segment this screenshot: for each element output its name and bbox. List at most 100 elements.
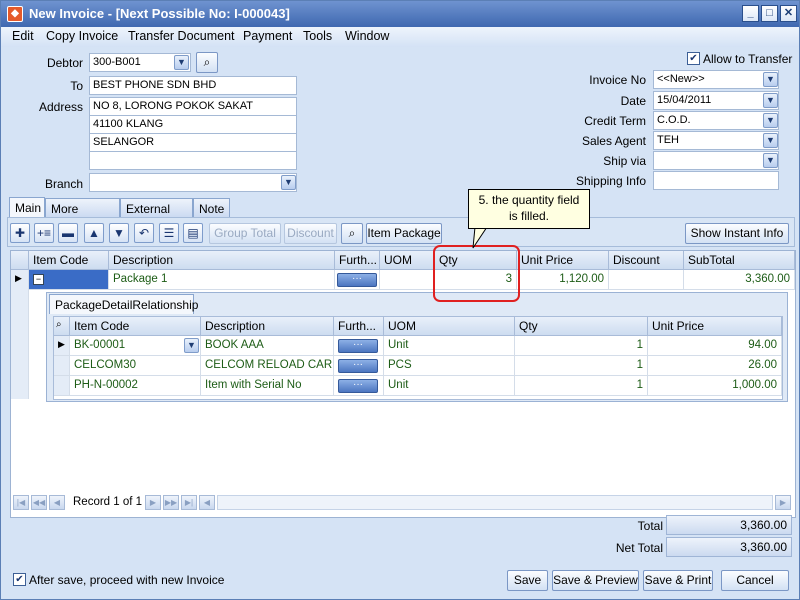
save-print-button[interactable]: Save & Print: [643, 570, 713, 591]
nav-scroll-left-icon[interactable]: ◀: [199, 495, 215, 510]
debtor-dropdown-icon[interactable]: ▼: [174, 55, 189, 70]
menu-payment[interactable]: Payment: [243, 29, 292, 43]
col-unit-price[interactable]: Unit Price: [517, 251, 609, 270]
row-further-button[interactable]: ···: [337, 273, 377, 287]
detail-row-2-item-code[interactable]: CELCOM30: [70, 356, 201, 376]
tab-package-detail-relationship[interactable]: PackageDetailRelationship: [49, 294, 198, 314]
cancel-button[interactable]: Cancel: [721, 570, 789, 591]
menu-edit[interactable]: Edit: [12, 29, 34, 43]
detail-col-uom[interactable]: UOM: [384, 317, 515, 336]
detail-row-2-qty[interactable]: 1: [515, 356, 648, 376]
discount-button[interactable]: Discount: [284, 223, 337, 244]
date-dropdown-icon[interactable]: ▼: [763, 93, 778, 108]
debtor-search-icon[interactable]: ⌕: [196, 52, 218, 73]
nav-first-icon[interactable]: |◀: [13, 495, 29, 510]
collapse-icon[interactable]: −: [33, 274, 44, 285]
invoice-no-dropdown-icon[interactable]: ▼: [763, 72, 778, 87]
detail-col-unit-price[interactable]: Unit Price: [648, 317, 782, 336]
detail-row-2-description[interactable]: CELCOM RELOAD CAR...: [201, 356, 334, 376]
detail-row-1-unit-price[interactable]: 94.00: [648, 336, 782, 356]
ship-via-dropdown-icon[interactable]: ▼: [763, 153, 778, 168]
nav-last-icon[interactable]: ▶|: [181, 495, 197, 510]
search-icon[interactable]: ⌕: [341, 223, 363, 244]
detail-row-2-unit-price[interactable]: 26.00: [648, 356, 782, 376]
detail-row-3-unit-price[interactable]: 1,000.00: [648, 376, 782, 396]
menu-copy-invoice[interactable]: Copy Invoice: [46, 29, 118, 43]
nav-prev-page-icon[interactable]: ◀◀: [31, 495, 47, 510]
allow-transfer-checkbox[interactable]: ✔: [687, 52, 700, 65]
grid-search-icon[interactable]: ⌕: [54, 317, 70, 336]
nav-scroll-right-icon[interactable]: ▶: [775, 495, 791, 510]
columns-icon[interactable]: ▤: [183, 223, 203, 243]
menu-window[interactable]: Window: [345, 29, 389, 43]
detail-row-3-uom[interactable]: Unit: [384, 376, 515, 396]
col-subtotal[interactable]: SubTotal: [684, 251, 795, 270]
tab-external-link[interactable]: External Link: [120, 198, 193, 230]
date-field[interactable]: 15/04/2011: [653, 91, 779, 110]
move-down-icon[interactable]: ▼: [109, 223, 129, 243]
list-icon[interactable]: ☰: [159, 223, 179, 243]
detail-col-item-code[interactable]: Item Code: [70, 317, 201, 336]
col-item-code[interactable]: Item Code: [29, 251, 109, 270]
table-row[interactable]: −: [29, 270, 109, 290]
address-line-4[interactable]: [89, 151, 297, 170]
nav-next-icon[interactable]: ▶: [145, 495, 161, 510]
detail-row-1-uom[interactable]: Unit: [384, 336, 515, 356]
menu-transfer-document[interactable]: Transfer Document: [128, 29, 235, 43]
detail-row-1-further-button[interactable]: ···: [338, 339, 378, 353]
group-total-button[interactable]: Group Total: [209, 223, 281, 244]
menu-tools[interactable]: Tools: [303, 29, 332, 43]
undo-icon[interactable]: ↶: [134, 223, 154, 243]
close-icon[interactable]: ✕: [780, 5, 797, 22]
invoice-no-field[interactable]: <<New>>: [653, 70, 779, 89]
delete-row-icon[interactable]: ▬: [58, 223, 78, 243]
address-line-1[interactable]: NO 8, LORONG POKOK SAKAT: [89, 97, 297, 116]
detail-col-description[interactable]: Description: [201, 317, 334, 336]
detail-col-qty[interactable]: Qty: [515, 317, 648, 336]
tab-main[interactable]: Main: [9, 197, 45, 218]
row-uom[interactable]: [380, 270, 435, 290]
tab-note[interactable]: Note: [193, 198, 230, 218]
ship-via-field[interactable]: [653, 151, 779, 170]
move-up-icon[interactable]: ▲: [84, 223, 104, 243]
col-further[interactable]: Furth...: [335, 251, 380, 270]
address-line-2[interactable]: 41100 KLANG: [89, 115, 297, 134]
row-unit-price[interactable]: 1,120.00: [517, 270, 609, 290]
col-description[interactable]: Description: [109, 251, 335, 270]
tab-more-header[interactable]: More Header: [45, 198, 120, 230]
detail-row-2-further-button[interactable]: ···: [338, 359, 378, 373]
col-discount[interactable]: Discount: [609, 251, 684, 270]
add-row-icon[interactable]: ✚: [10, 223, 30, 243]
detail-col-further[interactable]: Furth...: [334, 317, 384, 336]
nav-next-page-icon[interactable]: ▶▶: [163, 495, 179, 510]
maximize-icon[interactable]: □: [761, 5, 778, 22]
detail-row-1-dropdown-icon[interactable]: ▼: [184, 338, 199, 353]
insert-row-icon[interactable]: +≡: [34, 223, 54, 243]
nav-prev-icon[interactable]: ◀: [49, 495, 65, 510]
address-line-3[interactable]: SELANGOR: [89, 133, 297, 152]
row-description[interactable]: Package 1: [109, 270, 335, 290]
show-instant-info-button[interactable]: Show Instant Info: [685, 223, 789, 244]
credit-term-dropdown-icon[interactable]: ▼: [763, 113, 778, 128]
save-preview-button[interactable]: Save & Preview: [552, 570, 639, 591]
detail-row-3-description[interactable]: Item with Serial No: [201, 376, 334, 396]
branch-dropdown-icon[interactable]: ▼: [281, 175, 296, 190]
credit-term-field[interactable]: C.O.D.: [653, 111, 779, 130]
item-package-button[interactable]: Item Package: [366, 223, 442, 244]
after-save-checkbox[interactable]: ✔: [13, 573, 26, 586]
detail-row-1-description[interactable]: BOOK AAA: [201, 336, 334, 356]
detail-row-3-further-button[interactable]: ···: [338, 379, 378, 393]
detail-row-3-qty[interactable]: 1: [515, 376, 648, 396]
minimize-icon[interactable]: _: [742, 5, 759, 22]
to-field[interactable]: BEST PHONE SDN BHD: [89, 76, 297, 95]
detail-row-2-uom[interactable]: PCS: [384, 356, 515, 376]
detail-row-1-qty[interactable]: 1: [515, 336, 648, 356]
col-uom[interactable]: UOM: [380, 251, 435, 270]
save-button[interactable]: Save: [507, 570, 548, 591]
row-discount[interactable]: [609, 270, 684, 290]
row-subtotal[interactable]: 3,360.00: [684, 270, 795, 290]
sales-agent-field[interactable]: TEH: [653, 131, 779, 150]
branch-field[interactable]: [89, 173, 297, 192]
detail-row-1-item-code[interactable]: BK-00001: [70, 336, 201, 356]
sales-agent-dropdown-icon[interactable]: ▼: [763, 133, 778, 148]
